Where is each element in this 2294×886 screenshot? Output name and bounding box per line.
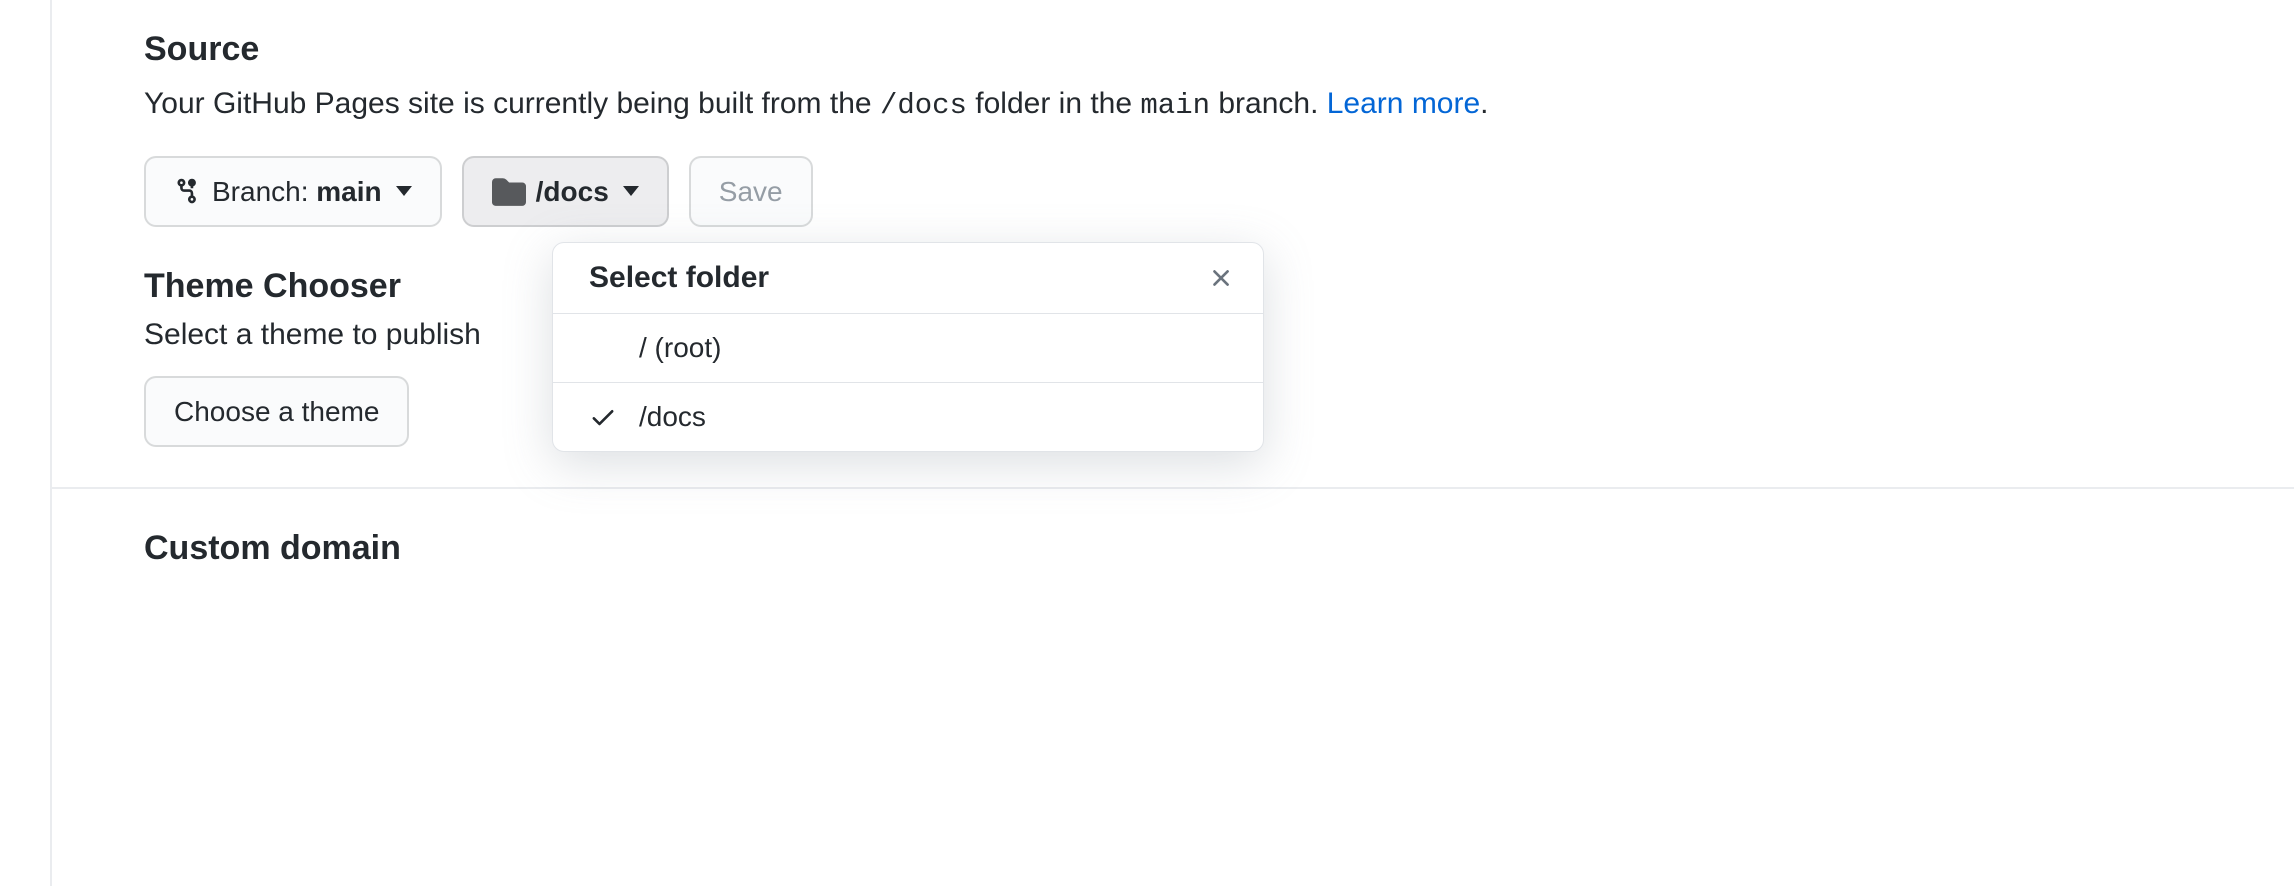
section-divider bbox=[52, 487, 2294, 489]
source-desc-text: branch. bbox=[1210, 87, 1327, 120]
check-icon bbox=[589, 403, 617, 431]
save-button[interactable]: Save bbox=[689, 156, 813, 227]
source-desc-text: Your GitHub Pages site is currently bein… bbox=[144, 87, 880, 120]
folder-icon bbox=[492, 176, 526, 206]
source-description: Your GitHub Pages site is currently bein… bbox=[144, 81, 2294, 128]
dropdown-header: Select folder bbox=[553, 243, 1263, 314]
pages-settings-section: Source Your GitHub Pages site is current… bbox=[50, 0, 2294, 886]
source-desc-text: folder in the bbox=[967, 87, 1140, 120]
branch-select-button[interactable]: Branch: main bbox=[144, 156, 442, 227]
caret-down-icon bbox=[396, 186, 412, 196]
custom-domain-section: Custom domain bbox=[144, 529, 2294, 568]
branch-value: main bbox=[316, 176, 381, 207]
git-branch-icon bbox=[174, 177, 202, 205]
check-slot bbox=[589, 403, 639, 431]
dropdown-title: Select folder bbox=[589, 261, 769, 295]
folder-value: /docs bbox=[536, 172, 609, 211]
folder-select-dropdown: Select folder / (root) /docs bbox=[552, 242, 1264, 452]
dropdown-item-label: /docs bbox=[639, 401, 706, 433]
custom-domain-heading: Custom domain bbox=[144, 529, 2294, 568]
close-icon[interactable] bbox=[1207, 264, 1235, 292]
learn-more-link[interactable]: Learn more bbox=[1327, 87, 1480, 120]
source-heading: Source bbox=[144, 30, 2294, 69]
choose-theme-button[interactable]: Choose a theme bbox=[144, 376, 409, 447]
branch-label: Branch: main bbox=[212, 172, 382, 211]
dropdown-item-root[interactable]: / (root) bbox=[553, 314, 1263, 383]
folder-select-button[interactable]: /docs bbox=[462, 156, 669, 227]
source-folder-code: /docs bbox=[880, 89, 967, 122]
dropdown-item-docs[interactable]: /docs bbox=[553, 383, 1263, 451]
source-controls-row: Branch: main /docs Save bbox=[144, 156, 2294, 227]
dropdown-item-label: / (root) bbox=[639, 332, 721, 364]
source-desc-text: . bbox=[1480, 87, 1488, 120]
caret-down-icon bbox=[623, 186, 639, 196]
source-branch-code: main bbox=[1140, 89, 1210, 122]
branch-label-text: Branch: bbox=[212, 176, 316, 207]
